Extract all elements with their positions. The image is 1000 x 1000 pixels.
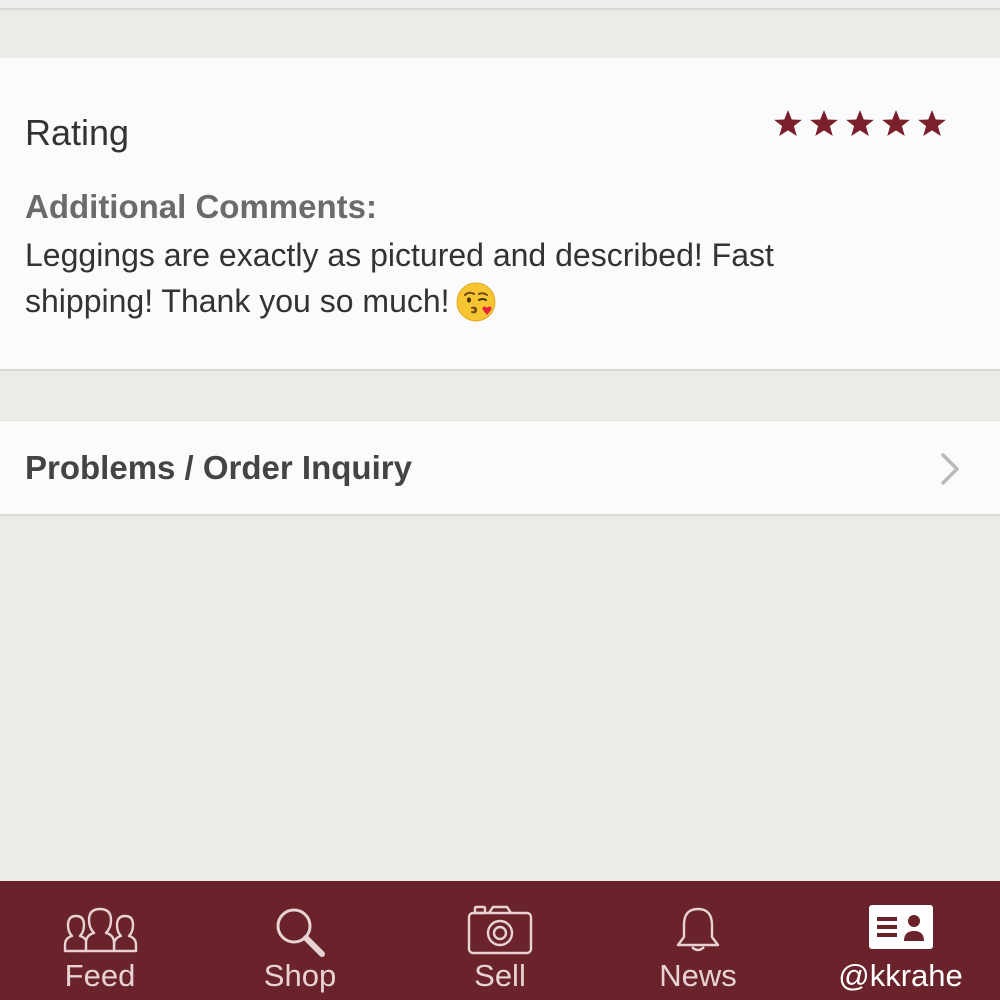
star-icon <box>882 110 910 136</box>
chevron-right-icon <box>941 453 959 485</box>
top-divider <box>0 0 1000 10</box>
star-icon <box>774 110 802 136</box>
tab-label: @kkrahe <box>838 958 963 993</box>
comments-body: Leggings are exactly as pictured and des… <box>25 232 905 324</box>
tab-label: Shop <box>263 958 337 993</box>
star-icon <box>810 110 838 136</box>
people-icon <box>63 907 138 953</box>
tab-shop[interactable]: Shop <box>230 881 370 1000</box>
tab-label: Feed <box>64 958 136 993</box>
star-icon <box>918 110 946 136</box>
bottom-tab-bar: Feed Shop Sell News @kkrahe <box>0 881 1000 1000</box>
profile-card-icon <box>868 905 933 949</box>
rating-title: Rating <box>25 112 130 153</box>
kissing-heart-emoji-icon <box>454 280 498 322</box>
tab-profile[interactable]: @kkrahe <box>818 881 983 1000</box>
problems-order-inquiry-row[interactable]: Problems / Order Inquiry <box>0 420 1000 516</box>
comments-label: Additional Comments: <box>25 188 377 225</box>
tab-sell[interactable]: Sell <box>430 881 570 1000</box>
star-icon <box>846 110 874 136</box>
camera-icon <box>467 905 533 955</box>
bell-icon <box>676 907 720 952</box>
search-icon <box>276 908 325 957</box>
tab-news[interactable]: News <box>628 881 768 1000</box>
tab-feed[interactable]: Feed <box>30 881 170 1000</box>
comments-text: Leggings are exactly as pictured and des… <box>25 237 774 319</box>
tab-label: Sell <box>474 958 526 993</box>
star-rating <box>772 108 948 144</box>
tab-label: News <box>659 958 737 993</box>
problems-label: Problems / Order Inquiry <box>25 449 412 486</box>
